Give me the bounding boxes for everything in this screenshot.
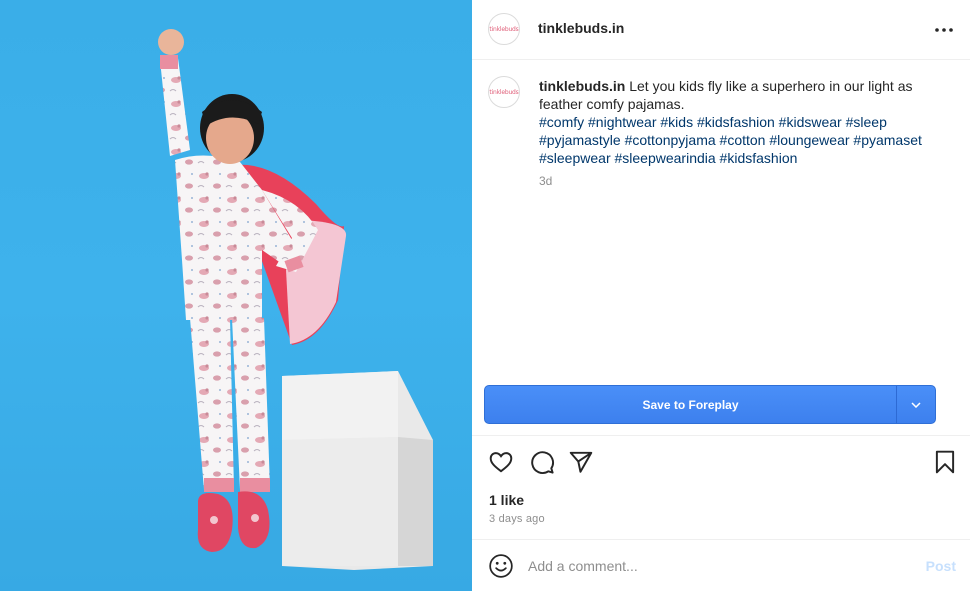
more-options-icon[interactable]	[932, 20, 956, 40]
chevron-down-icon[interactable]	[897, 386, 935, 423]
post-comment-button[interactable]: Post	[926, 558, 956, 574]
bookmark-icon[interactable]	[932, 449, 958, 475]
account-avatar[interactable]: tinklebuds	[488, 13, 520, 45]
caption-avatar[interactable]: tinklebuds	[488, 76, 520, 108]
divider	[472, 435, 970, 436]
post-caption: tinklebuds.in Let you kids fly like a su…	[539, 77, 939, 167]
avatar-logo-text: tinklebuds	[489, 88, 519, 96]
save-button-label[interactable]: Save to Foreplay	[485, 386, 896, 423]
post-image[interactable]	[0, 0, 472, 591]
caption-hashtags[interactable]: #comfy #nightwear #kids #kidsfashion #ki…	[539, 114, 922, 166]
comment-input[interactable]	[528, 555, 908, 577]
comment-bar: Post	[472, 540, 970, 591]
post-date[interactable]: 3 days ago	[489, 513, 545, 525]
comment-icon[interactable]	[529, 449, 555, 475]
likes-count[interactable]: 1 like	[489, 492, 524, 508]
emoji-icon[interactable]	[488, 553, 514, 579]
avatar-logo-text: tinklebuds	[489, 25, 519, 33]
caption-age[interactable]: 3d	[539, 174, 552, 188]
post-side-panel: tinklebuds tinklebuds.in tinklebuds tink…	[472, 0, 970, 591]
save-to-foreplay-button[interactable]: Save to Foreplay	[484, 385, 936, 424]
action-bar	[472, 449, 970, 475]
post-photo-illustration	[0, 29, 472, 591]
header-username[interactable]: tinklebuds.in	[538, 20, 624, 36]
caption-username[interactable]: tinklebuds.in	[539, 78, 625, 94]
heart-icon[interactable]	[488, 449, 514, 475]
post-header: tinklebuds tinklebuds.in	[472, 0, 970, 60]
share-icon[interactable]	[568, 449, 594, 475]
